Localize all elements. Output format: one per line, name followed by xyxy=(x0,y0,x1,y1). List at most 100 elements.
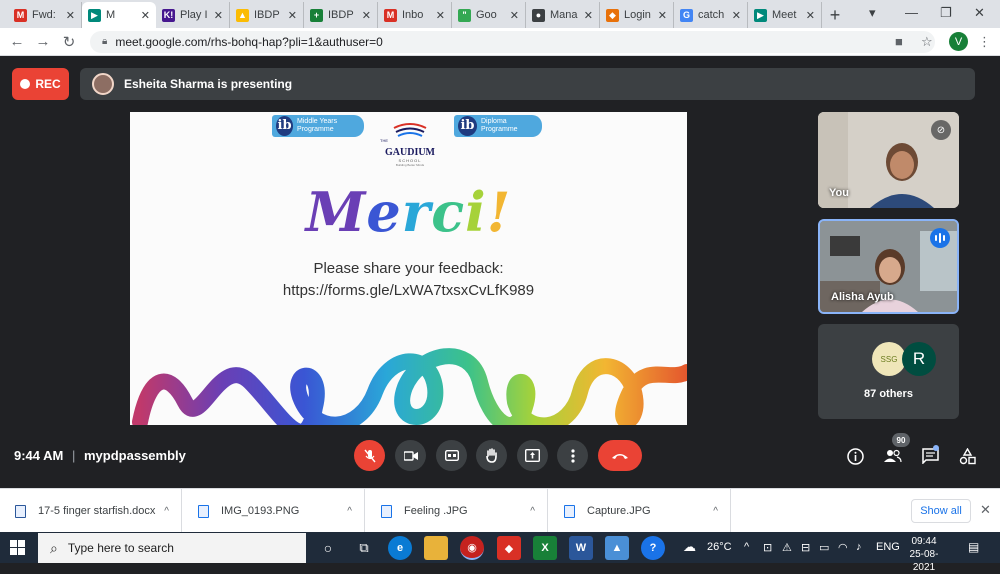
tray-usb-icon[interactable]: ⊟ xyxy=(801,541,810,554)
more-options-button[interactable] xyxy=(557,440,588,471)
tab-close-icon[interactable]: ✕ xyxy=(584,9,593,22)
tab-close-icon[interactable]: ✕ xyxy=(362,9,371,22)
notifications-icon[interactable]: ▤ xyxy=(968,540,979,554)
browser-tab[interactable]: ● Mana ✕ xyxy=(526,2,600,28)
browser-tab[interactable]: + IBDP ✕ xyxy=(304,2,378,28)
meeting-details-icon[interactable] xyxy=(845,446,865,466)
show-all-button[interactable]: Show all xyxy=(911,499,971,523)
lock-icon: 🔒︎ xyxy=(102,36,108,47)
title-letter: i xyxy=(465,180,487,244)
volume-icon[interactable]: ♪ xyxy=(856,541,862,553)
minimize-icon[interactable]: — xyxy=(905,5,918,20)
tab-close-icon[interactable]: ✕ xyxy=(214,9,223,22)
raise-hand-button[interactable] xyxy=(476,440,507,471)
captions-button[interactable] xyxy=(436,440,467,471)
tab-close-icon[interactable]: ✕ xyxy=(658,9,667,22)
browser-tab[interactable]: M Inbo ✕ xyxy=(378,2,452,28)
chevron-up-icon[interactable]: ^ xyxy=(713,506,718,517)
participant-tile-alisha[interactable]: Alisha Ayub xyxy=(818,219,959,314)
participant-tile-others[interactable]: SSG R 87 others xyxy=(818,324,959,419)
reload-icon[interactable]: ↻ xyxy=(56,33,82,51)
time-separator: | xyxy=(72,448,76,463)
new-tab-button[interactable]: + xyxy=(822,2,848,28)
download-item[interactable]: Feeling .JPG ^ xyxy=(366,489,548,533)
presenter-avatar xyxy=(92,73,114,95)
chrome-icon[interactable]: ◉ xyxy=(460,536,484,560)
hangouts-icon: " xyxy=(458,8,471,22)
browser-tab[interactable]: " Goo ✕ xyxy=(452,2,526,28)
download-item[interactable]: Capture.JPG ^ xyxy=(549,489,731,533)
browser-tab[interactable]: M Fwd: ✕ xyxy=(8,2,82,28)
title-letter: r xyxy=(401,180,432,244)
photos-icon[interactable]: ▲ xyxy=(605,536,629,560)
excel-icon[interactable]: X xyxy=(533,536,557,560)
taskbar-clock[interactable]: 09:44 25-08-2021 xyxy=(900,535,948,574)
rainbow-ribbon-graphic xyxy=(132,348,687,425)
mic-toggle-button[interactable] xyxy=(354,440,385,471)
ib-logo-icon: ib xyxy=(458,116,477,136)
browser-tab[interactable]: ▶ Meet ✕ xyxy=(748,2,822,28)
bookmark-star-icon[interactable]: ☆ xyxy=(921,34,933,50)
download-item[interactable]: IMG_0193.PNG ^ xyxy=(183,489,365,533)
back-icon[interactable]: ← xyxy=(4,33,30,50)
cortana-icon[interactable]: ○ xyxy=(316,536,340,560)
wifi-icon[interactable]: ◠ xyxy=(838,541,848,554)
myp-badge: ib Middle Years Programme xyxy=(272,115,364,137)
participant-tile-you[interactable]: ⊘ You xyxy=(818,112,959,208)
tray-alert-icon[interactable]: ⚠ xyxy=(782,541,792,554)
windows-start-icon[interactable] xyxy=(10,540,25,555)
close-window-icon[interactable]: ✕ xyxy=(974,5,985,21)
restore-icon[interactable]: ❐ xyxy=(940,5,952,21)
tab-strip: M Fwd: ✕ ▶ M ✕ K! Play I ✕ ▲ IBDP ✕ + IBDP ✕ M Inbo ✕ " Goo… xyxy=(0,0,1000,28)
camera-toggle-button[interactable] xyxy=(395,440,426,471)
tab-label: Inbo xyxy=(402,9,424,21)
file-explorer-icon[interactable] xyxy=(424,536,448,560)
tab-close-icon[interactable]: ✕ xyxy=(288,9,297,22)
temperature: 26°C xyxy=(707,541,732,553)
menu-kebab-icon[interactable]: ⋮ xyxy=(978,34,991,50)
word-icon[interactable]: W xyxy=(569,536,593,560)
tab-close-icon[interactable]: ✕ xyxy=(66,9,75,22)
browser-tab[interactable]: ▶ M ✕ xyxy=(82,2,156,28)
people-icon[interactable] xyxy=(882,446,902,466)
profile-avatar[interactable]: V xyxy=(949,32,968,51)
tab-close-icon[interactable]: ✕ xyxy=(510,9,519,22)
taskbar-search-box[interactable]: ⌕ Type here to search xyxy=(38,533,306,563)
browser-tab[interactable]: ◆ Login ✕ xyxy=(600,2,674,28)
edge-icon[interactable]: e xyxy=(388,536,412,560)
download-item[interactable]: 17-5 finger starfish.docx ^ xyxy=(0,489,182,533)
participant-count-badge: 90 xyxy=(892,433,910,447)
school-tagline: Building Better Minds xyxy=(395,163,425,167)
anydesk-icon[interactable]: ◆ xyxy=(497,536,521,560)
tab-close-icon[interactable]: ✕ xyxy=(806,9,815,22)
tab-label: M xyxy=(106,9,116,21)
tab-close-icon[interactable]: ✕ xyxy=(732,9,741,22)
help-icon[interactable]: ? xyxy=(641,536,665,560)
activities-icon[interactable] xyxy=(957,446,977,466)
camera-icon[interactable]: ■ xyxy=(895,34,903,49)
tile-label-you: You xyxy=(829,187,849,199)
battery-icon[interactable]: ▭ xyxy=(819,541,829,554)
shield-icon: ◆ xyxy=(606,8,619,22)
tray-app-icon[interactable]: ⊡ xyxy=(763,541,772,554)
chevron-up-icon[interactable]: ^ xyxy=(347,506,352,517)
task-view-icon[interactable]: ⧉ xyxy=(352,536,376,560)
browser-tab[interactable]: Gcatch ✕ xyxy=(674,2,748,28)
browser-tab[interactable]: ▲ IBDP ✕ xyxy=(230,2,304,28)
omnibox[interactable]: 🔒︎ meet.google.com/rhs-bohq-hap?pli=1&au… xyxy=(90,30,935,53)
tab-close-icon[interactable]: ✕ xyxy=(141,9,150,22)
chevron-up-icon[interactable]: ^ xyxy=(530,506,535,517)
chevron-up-icon[interactable]: ^ xyxy=(164,506,169,517)
present-screen-button[interactable] xyxy=(517,440,548,471)
language-indicator[interactable]: ENG xyxy=(876,541,900,553)
forward-icon[interactable]: → xyxy=(30,33,56,50)
tray-chevron-icon[interactable]: ^ xyxy=(744,541,749,553)
leave-call-button[interactable] xyxy=(598,440,642,471)
feedback-prompt: Please share your feedback: xyxy=(313,260,504,277)
tab-close-icon[interactable]: ✕ xyxy=(436,9,445,22)
browser-tab[interactable]: K! Play I ✕ xyxy=(156,2,230,28)
tab-search-icon[interactable]: ▾ xyxy=(869,5,876,21)
address-bar: ← → ↻ 🔒︎ meet.google.com/rhs-bohq-hap?pl… xyxy=(0,28,1000,56)
google-icon: G xyxy=(680,8,693,22)
close-shelf-icon[interactable]: ✕ xyxy=(980,502,991,518)
